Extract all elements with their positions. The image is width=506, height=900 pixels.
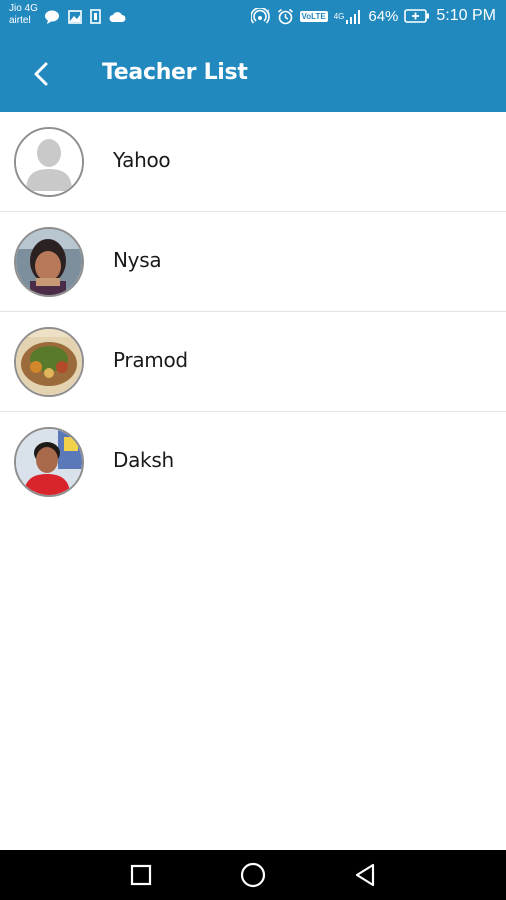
navigation-bar [0,850,506,900]
app-bar: Teacher List [0,36,506,112]
teacher-name: Yahoo [113,148,171,172]
svg-text:1: 1 [267,10,271,16]
teacher-name: Nysa [113,248,162,272]
teacher-list: Yahoo Nysa Pramod Daksh [0,112,506,512]
message-icon [45,10,59,24]
carrier-label: Jio 4G airtel [9,3,38,27]
notification-icons [44,9,126,24]
hotspot-icon: 1 [250,8,271,24]
battery-percent: 64% [368,7,399,25]
system-status: 1 VoLTE 4G 64% 5:10 PM [250,7,496,25]
default-avatar-icon [16,129,82,195]
teacher-row[interactable]: Pramod [0,312,506,412]
cloud-icon [109,11,126,22]
signal-icon [346,9,361,24]
teacher-row[interactable]: Yahoo [0,112,506,212]
gallery-icon [68,9,82,24]
clock-time: 5:10 PM [436,7,496,24]
teacher-photo [16,329,82,395]
triangle-back-icon[interactable] [351,861,379,889]
carrier-line-1: Jio 4G [9,3,38,14]
teacher-name: Pramod [113,348,188,372]
status-bar: Jio 4G airtel 1 VoLTE 4G 64% 5:10 PM [0,0,506,36]
network-type-label: 4G [333,11,345,21]
battery-charging-icon [404,9,430,23]
sim-card-icon [90,9,101,24]
circle-icon[interactable] [239,861,267,889]
alarm-icon [277,8,293,24]
volte-badge: VoLTE [299,10,328,22]
avatar [14,327,84,397]
avatar [14,227,84,297]
avatar [14,127,84,197]
back-button[interactable] [24,54,58,94]
carrier-line-2: airtel [9,15,31,26]
page-title: Teacher List [102,60,248,85]
square-icon[interactable] [127,861,155,889]
teacher-photo [16,429,82,495]
teacher-row[interactable]: Nysa [0,212,506,312]
teacher-photo [16,229,82,295]
teacher-name: Daksh [113,448,174,472]
avatar [14,427,84,497]
teacher-row[interactable]: Daksh [0,412,506,512]
chevron-left-icon [34,62,48,86]
